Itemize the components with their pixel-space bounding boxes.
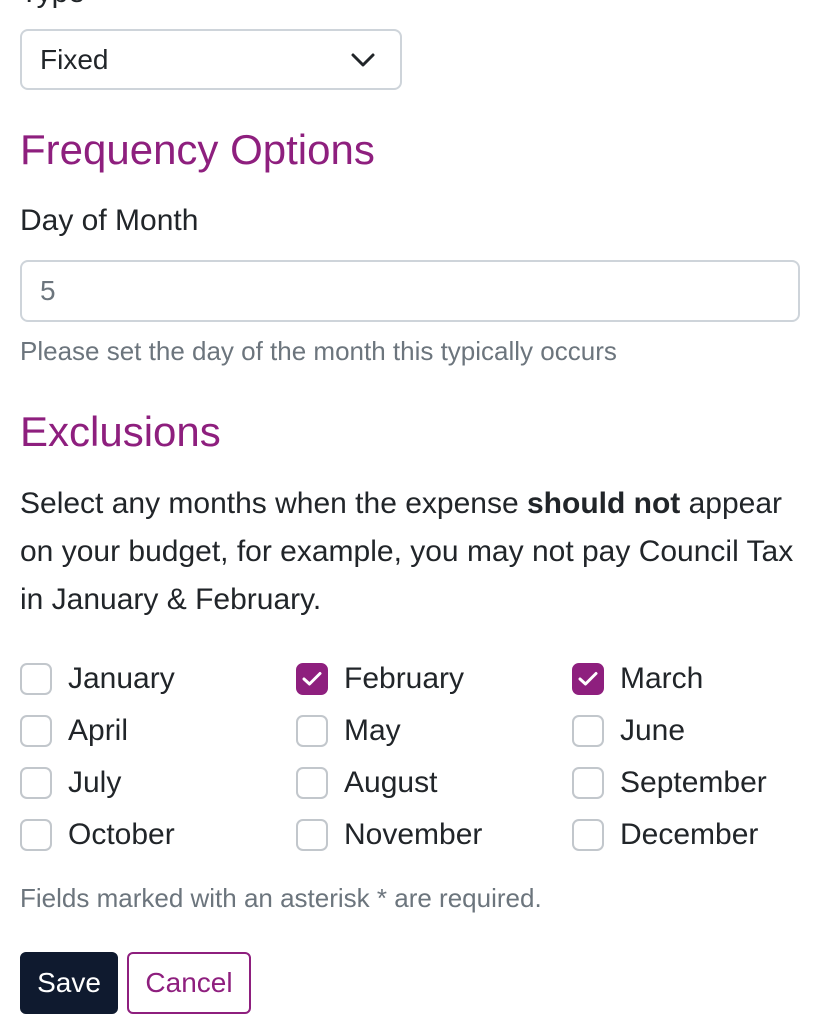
save-button[interactable]: Save xyxy=(20,952,118,1014)
month-checkbox[interactable] xyxy=(296,767,328,799)
chevron-down-icon xyxy=(351,53,375,66)
month-checkbox[interactable] xyxy=(20,715,52,747)
month-option-august[interactable]: August xyxy=(296,760,572,806)
checkmark-icon xyxy=(302,672,322,686)
month-option-march[interactable]: March xyxy=(572,656,820,702)
cancel-button[interactable]: Cancel xyxy=(127,952,251,1014)
day-of-month-help-text: Please set the day of the month this typ… xyxy=(20,336,617,366)
month-option-june[interactable]: June xyxy=(572,708,820,754)
month-checkbox[interactable] xyxy=(572,819,604,851)
type-select-value: Fixed xyxy=(40,43,109,75)
month-option-december[interactable]: December xyxy=(572,812,820,858)
day-of-month-value: 5 xyxy=(40,275,56,306)
month-option-october[interactable]: October xyxy=(20,812,296,858)
month-label: January xyxy=(68,662,175,695)
month-label: April xyxy=(68,714,129,747)
month-option-january[interactable]: January xyxy=(20,656,296,702)
frequency-options-heading: Frequency Options xyxy=(20,126,375,173)
month-option-may[interactable]: May xyxy=(296,708,572,754)
type-select[interactable]: Fixed xyxy=(20,29,402,90)
day-of-month-input[interactable]: 5 xyxy=(20,260,800,322)
month-label: August xyxy=(344,766,438,799)
month-checkbox[interactable] xyxy=(20,767,52,799)
month-checkbox[interactable] xyxy=(296,663,328,695)
month-checkbox[interactable] xyxy=(572,663,604,695)
month-label: March xyxy=(620,662,704,695)
month-option-november[interactable]: November xyxy=(296,812,572,858)
month-option-september[interactable]: September xyxy=(572,760,820,806)
month-label: July xyxy=(68,766,122,799)
month-label: October xyxy=(68,818,175,851)
month-option-february[interactable]: February xyxy=(296,656,572,702)
required-fields-note: Fields marked with an asterisk * are req… xyxy=(20,883,542,913)
month-label: December xyxy=(620,818,759,851)
month-checkbox[interactable] xyxy=(296,819,328,851)
exclusions-description: Select any months when the expense shoul… xyxy=(20,480,810,624)
month-label: September xyxy=(620,766,767,799)
month-checkbox[interactable] xyxy=(572,767,604,799)
month-label: June xyxy=(620,714,686,747)
month-checkbox[interactable] xyxy=(20,819,52,851)
exclusions-heading: Exclusions xyxy=(20,408,221,455)
type-field-label: Type xyxy=(20,0,85,8)
month-checkbox[interactable] xyxy=(572,715,604,747)
month-checkbox-grid: January February March April May June July Augu… xyxy=(20,656,820,864)
month-label: May xyxy=(344,714,401,747)
month-label: February xyxy=(344,662,465,695)
exclusions-text-bold: should not xyxy=(526,487,681,520)
day-of-month-label: Day of Month xyxy=(20,204,199,237)
month-checkbox[interactable] xyxy=(296,715,328,747)
month-option-april[interactable]: April xyxy=(20,708,296,754)
month-checkbox[interactable] xyxy=(20,663,52,695)
month-option-july[interactable]: July xyxy=(20,760,296,806)
form-page: Type Fixed Frequency Options Day of Mont… xyxy=(0,0,824,1025)
checkmark-icon xyxy=(578,672,598,686)
month-label: November xyxy=(344,818,483,851)
exclusions-text-before: Select any months when the expense xyxy=(20,487,527,520)
